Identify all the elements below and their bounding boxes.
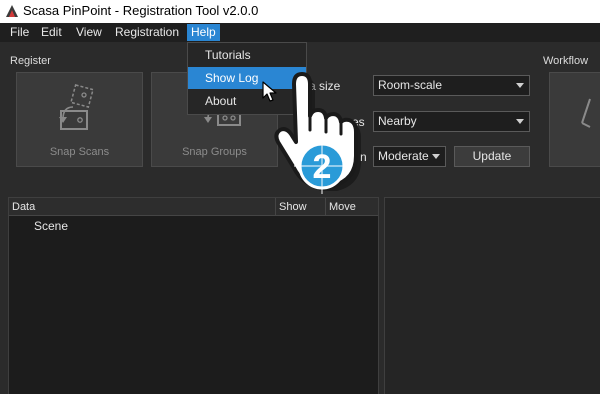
menu-bar: File Edit View Registration Help	[0, 23, 600, 42]
area-size-select[interactable]: Room-scale	[373, 75, 530, 96]
closeness-value: Moderate	[378, 149, 429, 163]
chevron-down-icon	[516, 83, 524, 88]
column-header-move[interactable]: Move	[326, 198, 378, 216]
register-section-label: Register	[10, 55, 51, 67]
data-tree-panel: Data Show Move Scene	[8, 197, 379, 394]
column-header-data[interactable]: Data	[9, 198, 276, 216]
tree-header: Data Show Move	[9, 198, 378, 216]
column-header-show[interactable]: Show	[276, 198, 326, 216]
workflow-icon	[581, 98, 591, 128]
chevron-down-icon	[516, 119, 524, 124]
snap-scans-icon	[59, 84, 94, 130]
app-logo-icon	[6, 5, 18, 17]
menu-file[interactable]: File	[6, 24, 33, 41]
closeness-select[interactable]: Moderate	[373, 146, 446, 167]
menu-view[interactable]: View	[72, 24, 106, 41]
menu-help[interactable]: Help	[187, 24, 220, 41]
tree-row-scene[interactable]: Scene	[34, 219, 68, 233]
chevron-down-icon	[432, 154, 440, 159]
step-number: 2	[313, 148, 332, 186]
snap-scans-label: Snap Scans	[49, 146, 110, 158]
menu-registration[interactable]: Registration	[111, 24, 183, 41]
neighbors-select[interactable]: Nearby	[373, 111, 530, 132]
neighbors-value: Nearby	[378, 114, 417, 128]
window-title: Scasa PinPoint - Registration Tool v2.0.…	[23, 3, 259, 18]
snap-groups-label: Snap Groups	[182, 146, 247, 158]
snap-scans-button[interactable]: Snap Scans	[16, 72, 143, 167]
title-bar: Scasa PinPoint - Registration Tool v2.0.…	[0, 0, 600, 23]
update-button[interactable]: Update	[454, 146, 530, 167]
pointing-hand-icon: 2	[274, 72, 361, 194]
workflow-button[interactable]	[549, 72, 600, 167]
menu-item-tutorials[interactable]: Tutorials	[188, 44, 306, 66]
workflow-section-label: Workflow	[543, 55, 589, 67]
3d-viewport[interactable]	[384, 197, 600, 394]
menu-edit[interactable]: Edit	[37, 24, 66, 41]
area-size-value: Room-scale	[378, 78, 443, 92]
mouse-cursor-icon	[262, 81, 277, 102]
